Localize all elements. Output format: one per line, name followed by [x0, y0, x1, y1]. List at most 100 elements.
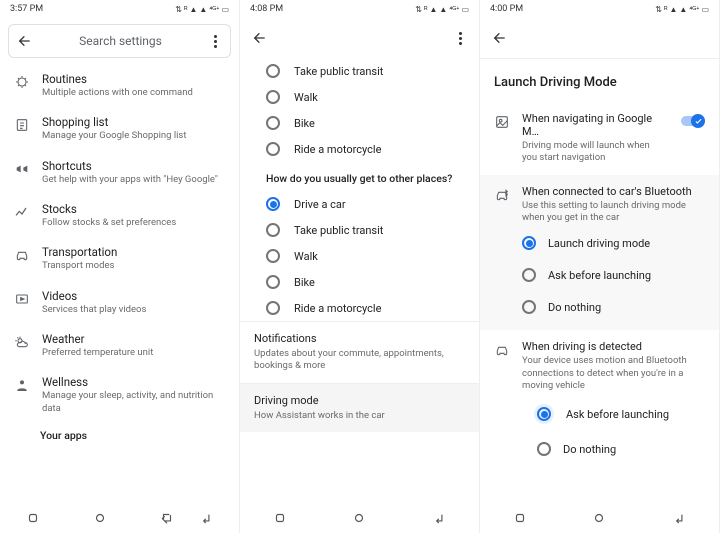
- clock: 3:57 PM: [10, 4, 43, 14]
- radio-nothing[interactable]: Do nothing: [534, 436, 705, 462]
- screen-driving-mode: 4:00 PM ⇅ ᴿ ▲ ▲ ⁴ᴳ⁺ ▭ Launch Driving Mod…: [480, 0, 720, 533]
- content: Take public transit Walk Bike Ride a mot…: [240, 58, 479, 503]
- radio-nothing[interactable]: Do nothing: [522, 294, 705, 320]
- radio-ask[interactable]: Ask before launching: [522, 262, 705, 288]
- clock: 4:00 PM: [490, 4, 523, 14]
- radio-icon: [266, 223, 280, 237]
- option-sub: Your device uses motion and Bluetooth co…: [522, 355, 705, 392]
- settings-item-shortcuts[interactable]: Shortcuts Get help with your apps with "…: [0, 151, 239, 194]
- radio-label: Walk: [294, 91, 318, 104]
- radio-bike[interactable]: Bike: [240, 269, 479, 295]
- radio-label: Launch driving mode: [548, 237, 650, 250]
- radio-icon: [266, 197, 280, 211]
- radio-label: Bike: [294, 276, 315, 289]
- radio-icon: [266, 116, 280, 130]
- nav-back-icon[interactable]: [199, 511, 213, 525]
- item-title: Shopping list: [42, 115, 225, 129]
- section-driving-mode[interactable]: Driving mode How Assistant works in the …: [240, 383, 479, 432]
- item-title: Wellness: [42, 375, 225, 389]
- radio-motorcycle[interactable]: Ride a motorcycle: [240, 136, 479, 162]
- item-sub: Manage your Google Shopping list: [42, 130, 225, 142]
- settings-item-routines[interactable]: Routines Multiple actions with one comma…: [0, 64, 239, 107]
- list-icon: [14, 117, 30, 133]
- person-icon: [14, 377, 30, 393]
- nav-home-icon[interactable]: [352, 511, 366, 525]
- radio-motorcycle[interactable]: Ride a motorcycle: [240, 295, 479, 321]
- option-title: When driving is detected: [522, 340, 705, 353]
- overflow-menu-icon[interactable]: [453, 32, 467, 45]
- item-sub: Services that play videos: [42, 304, 225, 316]
- item-title: Transportation: [42, 245, 225, 259]
- section-notifications[interactable]: Notifications Updates about your commute…: [240, 321, 479, 383]
- routines-icon: [14, 74, 30, 90]
- status-icons: ⇅ ᴿ ▲ ▲ ⁴ᴳ⁺ ▭: [655, 5, 709, 14]
- item-title: Routines: [42, 72, 225, 86]
- settings-item-transportation[interactable]: Transportation Transport modes: [0, 237, 239, 280]
- radio-icon: [266, 275, 280, 289]
- settings-item-weather[interactable]: Weather Preferred temperature unit: [0, 324, 239, 367]
- toggle-switch[interactable]: [679, 114, 705, 128]
- radio-label: Ask before launching: [548, 269, 651, 282]
- overflow-menu-icon[interactable]: [208, 35, 222, 48]
- radio-walk[interactable]: Walk: [240, 243, 479, 269]
- option-sub: Driving mode will launch when you start …: [522, 140, 667, 165]
- radio-drive[interactable]: Drive a car: [240, 191, 479, 217]
- item-sub: Get help with your apps with "Hey Google…: [42, 174, 225, 186]
- settings-item-wellness[interactable]: Wellness Manage your sleep, activity, an…: [0, 367, 239, 423]
- option-bluetooth: When connected to car's Bluetooth Use th…: [480, 175, 719, 331]
- item-sub: Preferred temperature unit: [42, 347, 225, 359]
- option-navigate[interactable]: When navigating in Google M… Driving mod…: [480, 102, 719, 175]
- status-bar: 4:00 PM ⇅ ᴿ ▲ ▲ ⁴ᴳ⁺ ▭: [480, 0, 719, 18]
- radio-transit[interactable]: Take public transit: [240, 217, 479, 243]
- search-bar[interactable]: Search settings: [8, 24, 231, 58]
- nav-back-icon[interactable]: [160, 511, 174, 525]
- nav-bar: [480, 503, 719, 533]
- radio-label: Ride a motorcycle: [294, 143, 381, 156]
- car-icon: [14, 247, 30, 263]
- radio-icon: [537, 442, 551, 456]
- radio-icon: [522, 300, 536, 314]
- radio-icon: [266, 249, 280, 263]
- radio-transit[interactable]: Take public transit: [240, 58, 479, 84]
- radio-bike[interactable]: Bike: [240, 110, 479, 136]
- nav-recent-icon[interactable]: [273, 511, 287, 525]
- back-arrow-icon[interactable]: [17, 33, 33, 49]
- nav-bar: [0, 503, 239, 533]
- item-title: Shortcuts: [42, 159, 225, 173]
- video-icon: [14, 291, 30, 307]
- back-arrow-icon[interactable]: [492, 30, 508, 46]
- radio-icon: [266, 142, 280, 156]
- item-sub: Manage your sleep, activity, and nutriti…: [42, 390, 225, 415]
- radio-label: Take public transit: [294, 65, 383, 78]
- item-sub: Multiple actions with one command: [42, 87, 225, 99]
- option-sub: Use this setting to launch driving mode …: [522, 200, 705, 225]
- radio-ask[interactable]: Ask before launching: [534, 398, 705, 430]
- radio-launch[interactable]: Launch driving mode: [522, 230, 705, 256]
- nav-back-icon[interactable]: [672, 511, 686, 525]
- item-title: Weather: [42, 332, 225, 346]
- settings-item-stocks[interactable]: Stocks Follow stocks & set preferences: [0, 194, 239, 237]
- option-title: When navigating in Google M…: [522, 112, 667, 138]
- radio-icon: [537, 407, 551, 421]
- radio-icon: [522, 268, 536, 282]
- settings-item-videos[interactable]: Videos Services that play videos: [0, 281, 239, 324]
- nav-recent-icon[interactable]: [26, 511, 40, 525]
- radio-label: Ask before launching: [566, 408, 669, 421]
- status-bar: 4:08 PM ⇅ ᴿ ▲ ▲ ⁴ᴳ⁺ ▭: [240, 0, 479, 18]
- radio-icon: [266, 90, 280, 104]
- search-placeholder: Search settings: [33, 34, 208, 48]
- settings-list: Routines Multiple actions with one comma…: [0, 64, 239, 503]
- back-arrow-icon[interactable]: [252, 30, 268, 46]
- nav-home-icon[interactable]: [93, 511, 107, 525]
- radio-label: Walk: [294, 250, 318, 263]
- nav-recent-icon[interactable]: [513, 511, 527, 525]
- radio-walk[interactable]: Walk: [240, 84, 479, 110]
- radio-icon: [266, 64, 280, 78]
- radio-icon: [266, 301, 280, 315]
- weather-icon: [14, 334, 30, 350]
- settings-item-shopping[interactable]: Shopping list Manage your Google Shoppin…: [0, 107, 239, 150]
- nav-back-icon[interactable]: [432, 511, 446, 525]
- header-bar: [480, 18, 719, 58]
- nav-home-icon[interactable]: [592, 511, 606, 525]
- radio-icon: [522, 236, 536, 250]
